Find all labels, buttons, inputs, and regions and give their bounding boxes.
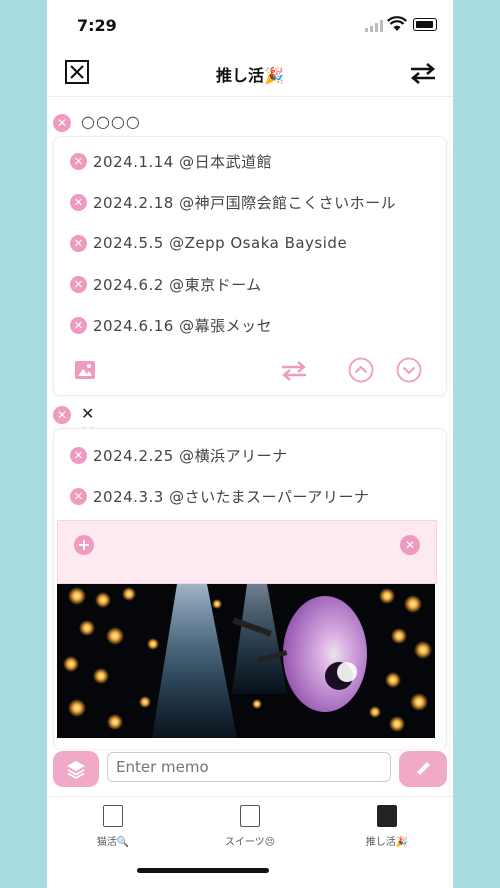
tab-label: 猫活🔍: [96, 837, 130, 848]
delete-item-button[interactable]: ✕: [70, 275, 87, 293]
list-item: ✕ 2024.1.14 @日本武道館: [70, 149, 272, 173]
list-item: ✕ 2024.2.18 @神戸国際会館こくさいホール: [70, 190, 396, 214]
add-photo-button[interactable]: +: [74, 535, 94, 555]
memo-bar: [47, 748, 453, 792]
event-text: 2024.2.25 @横浜アリーナ: [93, 446, 288, 465]
battery-icon: [413, 18, 437, 31]
edit-button[interactable]: [399, 751, 447, 787]
event-text: 2024.1.14 @日本武道館: [93, 152, 273, 171]
image-icon[interactable]: [74, 359, 96, 381]
note-icon: [103, 805, 123, 827]
group-title: ○○○○: [81, 112, 141, 131]
page-title: 推し活🎉: [216, 66, 284, 85]
tab-oshi[interactable]: 推し活🎉: [337, 805, 437, 848]
event-text: 2024.3.3 @さいたまスーパーアリーナ: [93, 487, 370, 506]
tab-sweets[interactable]: スイーツ😣: [200, 805, 300, 848]
layers-button[interactable]: [53, 751, 99, 787]
event-text: 2024.6.2 @東京ドーム: [93, 275, 262, 294]
concert-image: [57, 584, 435, 738]
chevron-up-icon[interactable]: [348, 357, 374, 383]
tab-cat[interactable]: 猫活🔍: [63, 805, 163, 848]
tab-bar: 猫活🔍 スイーツ😣 推し活🎉: [47, 796, 453, 888]
event-text: 2024.6.16 @幕張メッセ: [93, 316, 273, 335]
list-item: ✕ 2024.2.25 @横浜アリーナ: [70, 443, 288, 467]
delete-item-button[interactable]: ✕: [70, 234, 87, 252]
delete-item-button[interactable]: ✕: [70, 487, 87, 505]
delete-item-button[interactable]: ✕: [70, 316, 87, 334]
phone-screen: 7:29 推し活🎉 ✕ ○○○○ ✕ 2024.1.14 @日本武道館 ✕ 20…: [47, 0, 453, 888]
delete-item-button[interactable]: ✕: [70, 446, 87, 464]
delete-group-button[interactable]: ✕: [53, 406, 71, 424]
group-card: ✕ 2024.1.14 @日本武道館 ✕ 2024.2.18 @神戸国際会館こく…: [53, 136, 447, 396]
tab-label: スイーツ😣: [224, 837, 276, 848]
memo-input[interactable]: [107, 752, 391, 782]
status-time: 7:29: [77, 16, 117, 35]
delete-item-button[interactable]: ✕: [70, 152, 87, 170]
home-indicator: [137, 868, 269, 873]
group-header: ✕ ○○○○: [53, 112, 140, 136]
note-icon: [240, 805, 260, 827]
event-text: 2024.2.18 @神戸国際会館こくさいホール: [93, 193, 397, 212]
nav-bar: 推し活🎉: [47, 52, 453, 97]
layers-icon: [67, 761, 85, 780]
delete-item-button[interactable]: ✕: [70, 193, 87, 211]
swap-arrows-icon: [410, 63, 436, 84]
delete-group-button[interactable]: ✕: [53, 114, 71, 132]
chevron-down-icon[interactable]: [396, 357, 422, 383]
photo-panel: + ✕: [57, 520, 437, 584]
concert-photo: [57, 584, 435, 738]
signal-icon: [365, 20, 383, 32]
swap-arrows-icon[interactable]: [280, 361, 308, 381]
list-item: ✕ 2024.6.16 @幕張メッセ: [70, 313, 272, 337]
remove-photo-button[interactable]: ✕: [400, 535, 420, 555]
group-header: ✕ ✕ ✕ ✕ ✕: [53, 404, 94, 480]
list-item: ✕ 2024.5.5 @Zepp Osaka Bayside: [70, 231, 347, 255]
status-bar: 7:29: [47, 0, 453, 50]
note-icon: [377, 805, 397, 827]
swap-button[interactable]: [409, 62, 437, 88]
tab-label: 推し活🎉: [365, 837, 409, 848]
list-item: ✕ 2024.3.3 @さいたまスーパーアリーナ: [70, 484, 369, 508]
event-text: 2024.5.5 @Zepp Osaka Bayside: [93, 234, 348, 252]
list-item: ✕ 2024.6.2 @東京ドーム: [70, 272, 262, 296]
wifi-icon: [387, 16, 407, 31]
pencil-icon: [416, 762, 430, 776]
